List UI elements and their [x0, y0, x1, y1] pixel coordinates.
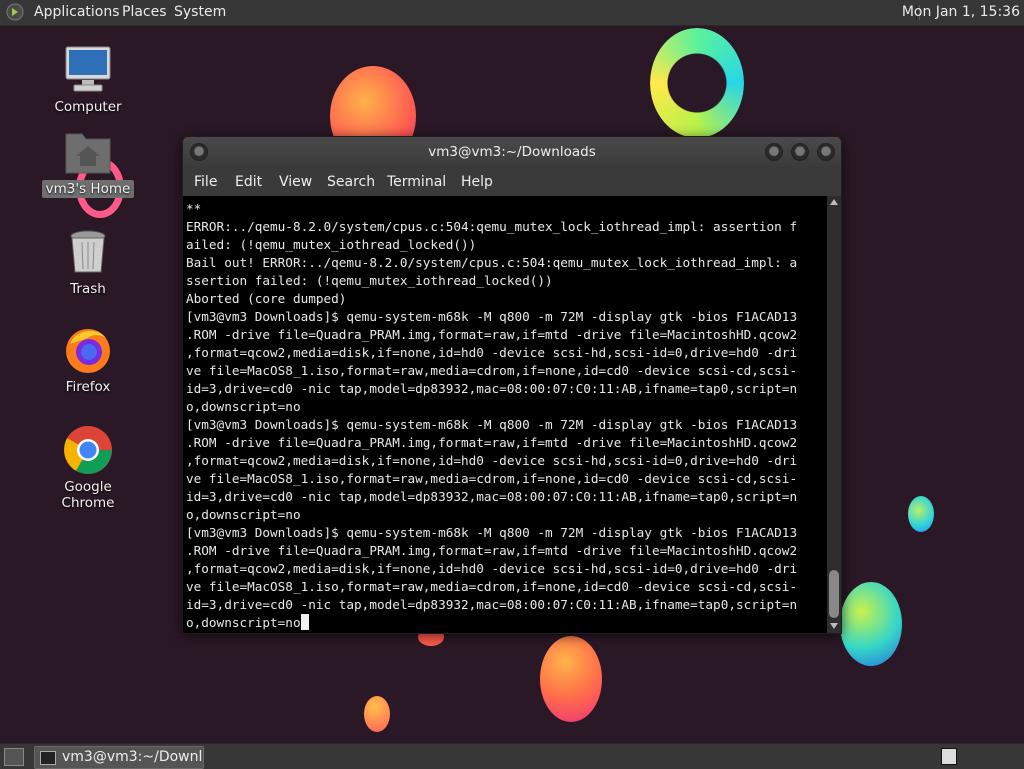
- workspace-switcher[interactable]: [941, 748, 957, 765]
- maximize-button[interactable]: [791, 143, 809, 161]
- desktop-icon-chrome[interactable]: Google Chrome: [38, 424, 138, 512]
- bottom-panel: vm3@vm3:~/Downl...: [0, 743, 1024, 769]
- terminal-line: **: [186, 201, 202, 216]
- applications-menu[interactable]: Applications: [34, 0, 120, 25]
- terminal-last-line: o,downscript=no: [186, 615, 301, 630]
- desktop-icon-computer[interactable]: Computer: [38, 44, 138, 116]
- home-folder-icon: [65, 133, 111, 174]
- desktop-icon-trash[interactable]: Trash: [38, 226, 138, 298]
- terminal-line: ve file=MacOS8_1.iso,format=raw,media=cd…: [186, 363, 798, 378]
- close-button[interactable]: [817, 143, 835, 161]
- desktop-icon-firefox[interactable]: Firefox: [38, 324, 138, 396]
- terminal-line: .ROM -drive file=Quadra_PRAM.img,format=…: [186, 327, 798, 342]
- terminal-line: id=3,drive=cd0 -nic tap,model=dp83932,ma…: [186, 489, 798, 504]
- trash-icon: [70, 230, 106, 273]
- scroll-up-arrow-icon[interactable]: [830, 199, 838, 205]
- menu-search[interactable]: Search: [327, 167, 375, 197]
- terminal-line: [vm3@vm3 Downloads]$ qemu-system-m68k -M…: [186, 309, 798, 324]
- menu-view[interactable]: View: [279, 167, 312, 197]
- terminal-line: o,downscript=no: [186, 507, 301, 522]
- terminal-line: .ROM -drive file=Quadra_PRAM.img,format=…: [186, 435, 798, 450]
- terminal-line: ,format=qcow2,media=disk,if=none,id=hd0 …: [186, 345, 798, 360]
- firefox-icon: [66, 329, 110, 373]
- terminal-cursor: [300, 614, 309, 630]
- taskbar-item-terminal[interactable]: vm3@vm3:~/Downl...: [34, 746, 204, 769]
- menu-terminal[interactable]: Terminal: [387, 167, 446, 197]
- desktop-icon-label: Computer: [54, 99, 122, 115]
- desktop-icon-home[interactable]: vm3's Home: [38, 126, 138, 198]
- window-menu-button[interactable]: [190, 143, 208, 161]
- terminal-line: ailed: (!qemu_mutex_iothread_locked()): [186, 237, 477, 252]
- taskbar-item-label: vm3@vm3:~/Downl...: [62, 749, 204, 765]
- minimize-button[interactable]: [765, 143, 783, 161]
- desktop-icon-label: vm3's Home: [41, 180, 135, 198]
- wallpaper-small-orange-blob: [364, 696, 390, 732]
- desktop-icon-label: Google Chrome: [61, 479, 115, 511]
- wallpaper-green-blob: [840, 582, 902, 666]
- terminal-line: Aborted (core dumped): [186, 291, 347, 306]
- menu-help[interactable]: Help: [461, 167, 493, 197]
- wallpaper-blue-blob: [908, 496, 934, 532]
- desktop-icon-label: Trash: [70, 281, 106, 297]
- scroll-down-arrow-icon[interactable]: [830, 623, 838, 629]
- desktop-icon-label: Firefox: [65, 379, 111, 395]
- menu-edit[interactable]: Edit: [235, 167, 262, 197]
- terminal-line: ve file=MacOS8_1.iso,format=raw,media=cd…: [186, 579, 798, 594]
- terminal-line: id=3,drive=cd0 -nic tap,model=dp83932,ma…: [186, 597, 798, 612]
- computer-icon: [65, 46, 111, 92]
- vertical-scrollbar[interactable]: [827, 196, 841, 633]
- terminal-text: ** ERROR:../qemu-8.2.0/system/cpus.c:504:…: [186, 200, 797, 632]
- terminal-window[interactable]: vm3@vm3:~/Downloads File Edit View Searc…: [182, 136, 842, 634]
- menu-file[interactable]: File: [194, 167, 217, 197]
- terminal-line: o,downscript=no: [186, 614, 797, 632]
- terminal-line: o,downscript=no: [186, 399, 301, 414]
- system-menu[interactable]: System: [174, 0, 226, 25]
- terminal-line: Bail out! ERROR:../qemu-8.2.0/system/cpu…: [186, 255, 798, 270]
- terminal-line: ,format=qcow2,media=disk,if=none,id=hd0 …: [186, 453, 798, 468]
- terminal-line: ERROR:../qemu-8.2.0/system/cpus.c:504:qe…: [186, 219, 798, 234]
- terminal-line: [vm3@vm3 Downloads]$ qemu-system-m68k -M…: [186, 417, 798, 432]
- terminal-line: [vm3@vm3 Downloads]$ qemu-system-m68k -M…: [186, 525, 798, 540]
- menu-bar: File Edit View Search Terminal Help: [183, 167, 841, 195]
- terminal-line: ,format=qcow2,media=disk,if=none,id=hd0 …: [186, 561, 798, 576]
- wallpaper-pink-blob: [540, 636, 602, 722]
- terminal-line: ve file=MacOS8_1.iso,format=raw,media=cd…: [186, 471, 798, 486]
- applications-logo-icon[interactable]: [6, 3, 24, 21]
- terminal-icon: [40, 751, 56, 765]
- title-bar[interactable]: vm3@vm3:~/Downloads: [183, 137, 841, 167]
- terminal-output[interactable]: ** ERROR:../qemu-8.2.0/system/cpus.c:504:…: [183, 196, 827, 633]
- terminal-line: ssertion failed: (!qemu_mutex_iothread_l…: [186, 273, 553, 288]
- terminal-line: .ROM -drive file=Quadra_PRAM.img,format=…: [186, 543, 798, 558]
- terminal-line: id=3,drive=cd0 -nic tap,model=dp83932,ma…: [186, 381, 798, 396]
- clock[interactable]: Mon Jan 1, 15:36: [902, 0, 1020, 25]
- scroll-thumb[interactable]: [829, 570, 839, 618]
- chrome-icon: [64, 426, 112, 474]
- places-menu[interactable]: Places: [122, 0, 167, 25]
- top-panel: Applications Places System Mon Jan 1, 15…: [0, 0, 1024, 26]
- wallpaper-ring: [650, 28, 744, 138]
- show-desktop-button[interactable]: [4, 748, 24, 766]
- window-title: vm3@vm3:~/Downloads: [428, 144, 596, 160]
